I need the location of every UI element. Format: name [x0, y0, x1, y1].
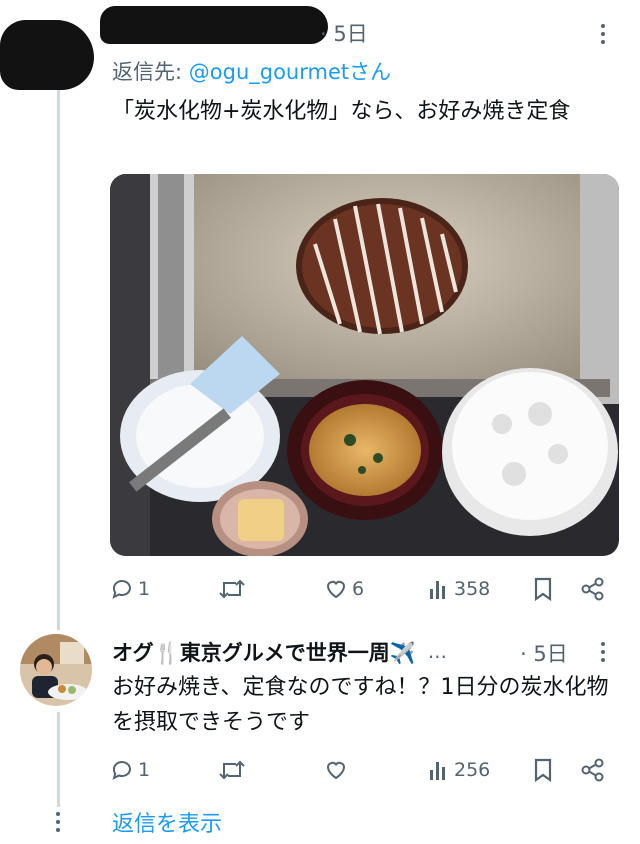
author-name[interactable]: オグ🍴東京グルメで世界一周✈️: [112, 637, 416, 667]
bookmark-button[interactable]: [532, 572, 554, 606]
views-button[interactable]: 256: [428, 753, 490, 787]
views-count: 256: [454, 759, 491, 781]
retweet-button[interactable]: [218, 753, 246, 787]
tweet2-text: お好み焼き、定食なのですね！？1日分の炭水化物を摂取できそうです: [112, 675, 609, 735]
share-button[interactable]: [580, 572, 606, 606]
bookmark-icon: [534, 577, 552, 602]
bookmark-button[interactable]: [532, 753, 554, 787]
like-count: 6: [352, 578, 365, 600]
tweet1-actions: 1 6 358: [110, 572, 610, 606]
retweet-icon: [219, 760, 245, 780]
redacted-avatar: [0, 20, 94, 90]
more-icon[interactable]: [600, 642, 606, 662]
tweet-photo[interactable]: [110, 174, 619, 556]
show-replies-link[interactable]: 返信を表示: [112, 806, 222, 838]
okonomiyaki-photo-illustration: [110, 174, 619, 556]
views-icon: [430, 762, 445, 780]
bookmark-icon: [534, 758, 552, 783]
tweet-time[interactable]: · 5日: [320, 18, 368, 48]
redacted-author-name: [100, 6, 328, 44]
avatar-photo: [20, 634, 92, 706]
reply-button[interactable]: 1: [110, 753, 150, 787]
author-row: オグ🍴東京グルメで世界一周✈️ …: [112, 637, 447, 667]
thread-line-top: [57, 80, 60, 630]
more-icon[interactable]: [600, 24, 606, 44]
reply-button[interactable]: 1: [110, 572, 150, 606]
avatar[interactable]: [20, 634, 92, 706]
like-button[interactable]: 6: [324, 572, 364, 606]
share-button[interactable]: [580, 753, 606, 787]
reply-count: 1: [138, 578, 151, 600]
thread-dots: [55, 812, 61, 832]
name-ellipsis: …: [427, 641, 447, 663]
thread-line-bottom: [57, 712, 60, 807]
share-icon: [581, 758, 604, 782]
like-button[interactable]: [324, 753, 348, 787]
views-icon: [430, 581, 445, 599]
tweet2-time[interactable]: · 5日: [520, 638, 568, 668]
reply-icon: [112, 580, 131, 599]
like-icon: [326, 761, 346, 780]
retweet-icon: [219, 579, 245, 599]
views-count: 358: [454, 578, 491, 600]
tweet2-actions: 1 256: [110, 753, 610, 787]
tweet-text: 「炭水化物+炭水化物」なら、お好み焼き定食: [112, 99, 571, 124]
reply-to-prefix: 返信先:: [112, 60, 189, 84]
views-button[interactable]: 358: [428, 572, 490, 606]
reply-to: 返信先: @ogu_gourmetさん: [112, 56, 391, 86]
reply-to-handle-link[interactable]: @ogu_gourmetさん: [189, 60, 391, 84]
retweet-button[interactable]: [218, 572, 246, 606]
share-icon: [581, 577, 604, 601]
reply-count: 1: [138, 759, 151, 781]
reply-icon: [112, 761, 131, 780]
like-icon: [326, 580, 346, 599]
